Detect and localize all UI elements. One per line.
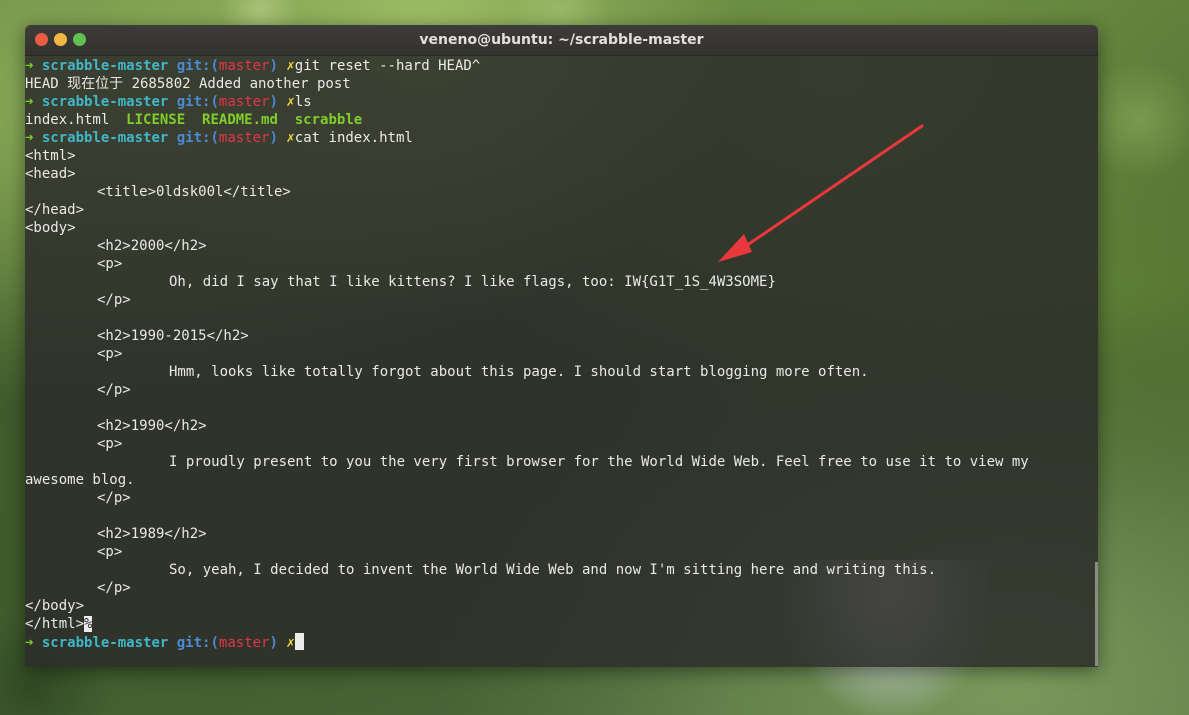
annotation-arrow-icon xyxy=(718,124,924,262)
